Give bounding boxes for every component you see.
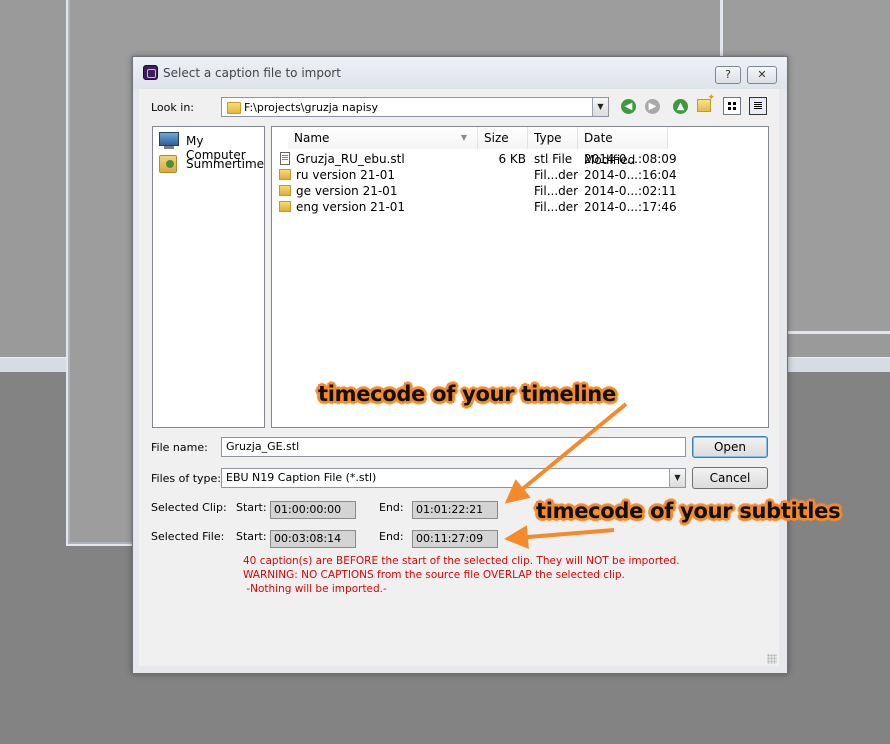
column-header-label: Name (294, 131, 330, 145)
file-name: ru version 21-01 (296, 168, 395, 182)
folder-row[interactable]: ge version 21-01 Fil...der 2014-0...:02:… (272, 183, 768, 199)
file-type-select[interactable]: EBU N19 Caption File (*.stl) ▼ (221, 468, 686, 488)
sidebar-item-label: Summertime (186, 157, 265, 171)
file-type: stl File (534, 152, 573, 166)
file-name: ge version 21-01 (296, 184, 398, 198)
detail-view-icon[interactable] (749, 97, 767, 115)
new-folder-icon[interactable] (697, 93, 715, 112)
column-header-date-modified[interactable]: Date Modified (578, 127, 668, 167)
dialog-body: Look in: F:\projects\gruzja napisy ▼ ◀ ▶… (139, 89, 779, 666)
folder-row[interactable]: eng version 21-01 Fil...der 2014-0...:17… (272, 199, 768, 215)
chevron-down-icon[interactable]: ▼ (592, 98, 608, 116)
selected-clip-label: Selected Clip: (151, 501, 227, 514)
column-header-label: Size (484, 131, 509, 145)
open-button[interactable]: Open (692, 436, 768, 458)
warning-message: WARNING: NO CAPTIONS from the source fil… (243, 569, 625, 581)
column-header-type[interactable]: Type (528, 127, 578, 149)
file-type: Fil...der (534, 200, 579, 214)
selected-file-label: Selected File: (151, 530, 225, 543)
cancel-button[interactable]: Cancel (692, 467, 768, 489)
chevron-down-icon[interactable]: ▼ (669, 469, 685, 487)
column-header-name[interactable]: Name ▼ (288, 127, 478, 149)
folder-icon (227, 102, 241, 114)
file-type-label: Files of type: (151, 472, 222, 485)
file-date: 2014-0...:02:11 (584, 184, 677, 198)
look-in-label: Look in: (151, 101, 194, 114)
caption-import-dialog: Select a caption file to import ? ✕ Look… (132, 56, 788, 674)
file-date: 2014-0...:16:04 (584, 168, 677, 182)
look-in-path: F:\projects\gruzja napisy (244, 101, 379, 114)
warning-message: -Nothing will be imported.- (243, 583, 387, 595)
file-size: 6 KB (498, 152, 526, 166)
file-end-timecode: 00:11:27:09 (412, 530, 498, 548)
annotation-subtitles: timecode of your subtitles (536, 499, 841, 523)
look-in-combo[interactable]: F:\projects\gruzja napisy ▼ (221, 97, 609, 117)
file-name: Gruzja_RU_ebu.stl (296, 152, 405, 166)
app-icon (143, 65, 158, 80)
up-folder-icon[interactable]: ▲ (673, 99, 688, 114)
column-header-size[interactable]: Size (478, 127, 528, 149)
close-button[interactable]: ✕ (747, 66, 777, 84)
file-type-value: EBU N19 Caption File (*.stl) (226, 471, 377, 484)
back-icon[interactable]: ◀ (621, 99, 636, 114)
file-start-label: Start: (236, 530, 267, 543)
computer-icon (159, 132, 179, 149)
resize-grip-icon[interactable] (767, 654, 777, 664)
clip-start-timecode: 01:00:00:00 (270, 501, 356, 519)
file-name-label: File name: (151, 441, 208, 454)
file-end-label: End: (379, 530, 404, 543)
folder-icon (279, 201, 291, 212)
annotation-timeline: timecode of your timeline (318, 382, 616, 406)
sidebar-item-my-computer[interactable]: My Computer (157, 131, 262, 162)
sort-arrow-icon: ▼ (460, 133, 467, 142)
file-date: 2014-0...:08:09 (584, 152, 677, 166)
file-row[interactable]: Gruzja_RU_ebu.stl 6 KB stl File 2014-0..… (272, 151, 768, 167)
file-type: Fil...der (534, 168, 579, 182)
sidebar-item-summertime[interactable]: Summertime (157, 154, 265, 174)
clip-start-label: Start: (236, 501, 267, 514)
user-folder-icon (159, 155, 177, 173)
dialog-title: Select a caption file to import (163, 66, 341, 80)
folder-icon (279, 185, 291, 196)
warning-message: 40 caption(s) are BEFORE the start of th… (243, 555, 680, 567)
folder-row[interactable]: ru version 21-01 Fil...der 2014-0...:16:… (272, 167, 768, 183)
column-header-label: Type (534, 131, 562, 145)
file-icon (280, 152, 290, 165)
clip-end-timecode: 01:01:22:21 (412, 501, 498, 519)
file-name: eng version 21-01 (296, 200, 406, 214)
help-button[interactable]: ? (715, 66, 741, 84)
file-name-input[interactable]: Gruzja_GE.stl (221, 437, 686, 457)
clip-end-label: End: (379, 501, 404, 514)
forward-icon[interactable]: ▶ (645, 99, 660, 114)
title-bar: Select a caption file to import ? ✕ (133, 57, 787, 89)
folder-icon (279, 169, 291, 180)
places-sidebar: My Computer Summertime (152, 126, 265, 428)
file-type: Fil...der (534, 184, 579, 198)
file-date: 2014-0...:17:46 (584, 200, 677, 214)
list-view-icon[interactable] (723, 97, 741, 115)
file-start-timecode: 00:03:08:14 (270, 530, 356, 548)
